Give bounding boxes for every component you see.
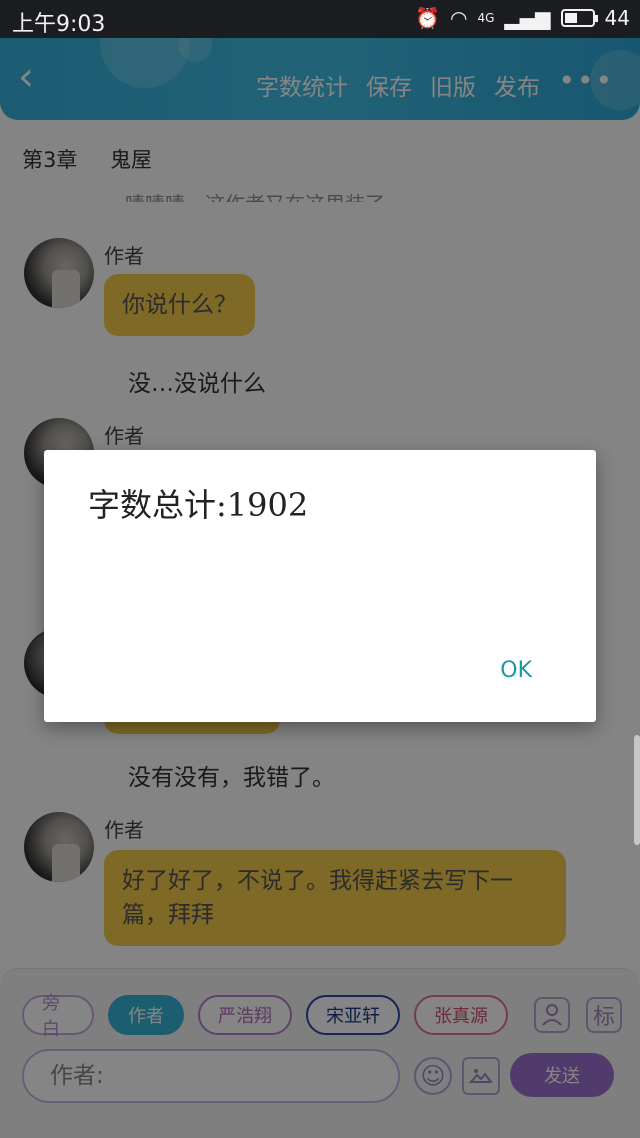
dialog-message: 字数总计:1902 xyxy=(88,486,309,524)
word-count-dialog: 字数总计:1902 OK xyxy=(44,450,596,722)
signal-icon: ▂▄▆ xyxy=(504,6,551,30)
status-time: 上午9:03 xyxy=(12,12,106,37)
status-icons: ⏰ ◠ 4G ▂▄▆ 44 xyxy=(415,6,630,30)
wifi-icon: ◠ xyxy=(450,6,468,30)
status-bar: 上午9:03 ⏰ ◠ 4G ▂▄▆ 44 xyxy=(0,0,640,38)
ok-button[interactable]: OK xyxy=(500,658,532,683)
battery-icon xyxy=(560,9,598,27)
network-label: 4G xyxy=(477,11,495,25)
alarm-icon: ⏰ xyxy=(415,6,440,30)
scrollbar[interactable] xyxy=(634,735,640,845)
battery-percent: 44 xyxy=(604,6,630,30)
